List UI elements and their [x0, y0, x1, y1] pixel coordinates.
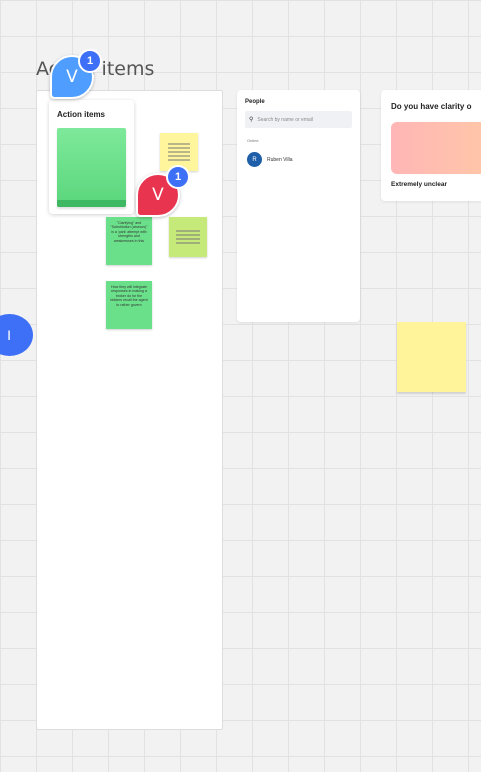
notification-badge: 1: [78, 49, 102, 73]
sticky-note[interactable]: [169, 217, 207, 257]
collaborator-avatar-offscreen[interactable]: I: [0, 314, 33, 356]
person-name: Ruben Villa: [267, 156, 293, 163]
avatar-initial: V: [66, 67, 78, 87]
person-item[interactable]: R Ruben Villa: [247, 152, 292, 167]
people-panel: People ⚲ Search by name or email Online …: [237, 90, 360, 322]
sticky-text: How they will integrate responses in mak…: [110, 285, 148, 307]
sticky-note[interactable]: "Clarifying" and "Substitution (obvious)…: [106, 217, 152, 265]
avatar-initial: I: [7, 327, 11, 343]
search-placeholder: Search by name or email: [257, 116, 313, 123]
card-title: Action items: [57, 110, 106, 119]
avatar: R: [247, 152, 262, 167]
people-search-input[interactable]: ⚲ Search by name or email: [245, 111, 352, 128]
card-sticky-stack[interactable]: [57, 128, 126, 207]
search-icon: ⚲: [249, 117, 254, 123]
notification-badge: 1: [166, 165, 190, 189]
sticky-text: "Clarifying" and "Substitution (obvious)…: [110, 221, 148, 243]
clarity-question: Do you have clarity o: [391, 102, 472, 111]
avatar-initial: V: [152, 185, 164, 205]
sticky-note[interactable]: [397, 322, 466, 392]
clarity-poll-card[interactable]: Do you have clarity o Extremely unclear: [381, 90, 481, 201]
clarity-option-swatch[interactable]: [391, 122, 481, 174]
sticky-note[interactable]: How they will integrate responses in mak…: [106, 281, 152, 329]
people-title: People: [245, 99, 265, 105]
online-label: Online: [247, 138, 259, 143]
clarity-option-label: Extremely unclear: [391, 181, 448, 188]
